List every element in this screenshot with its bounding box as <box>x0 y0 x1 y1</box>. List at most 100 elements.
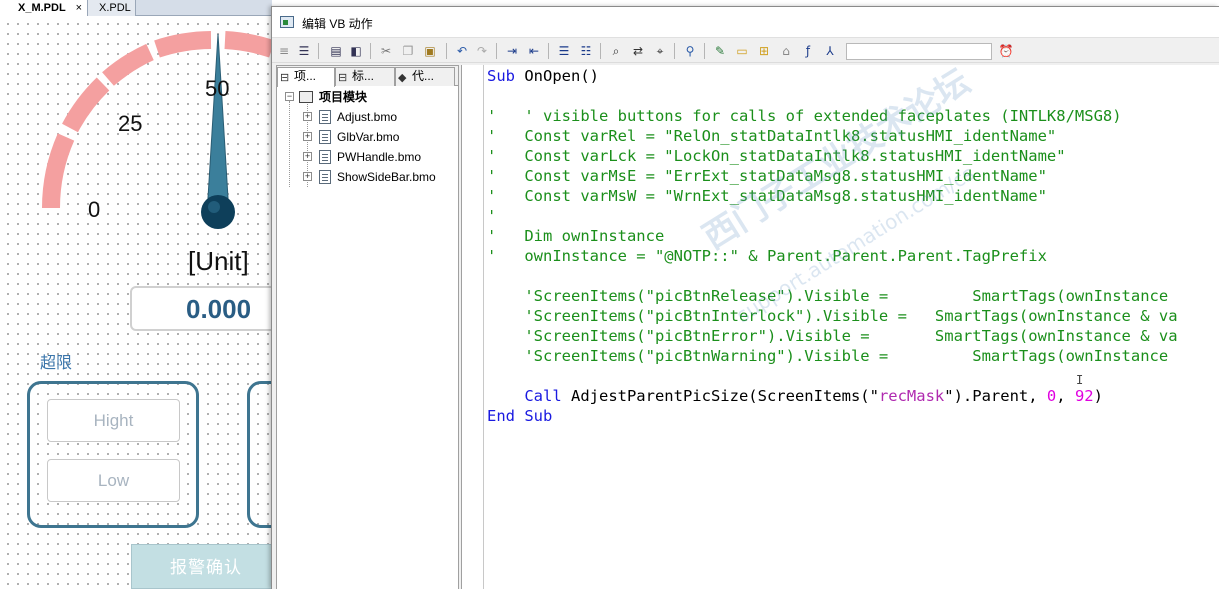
toolbar-separator <box>370 43 371 59</box>
tree-item-label: Adjust.bmo <box>337 110 398 124</box>
tree-item-label: PWHandle.bmo <box>337 150 422 164</box>
expand-icon[interactable]: + <box>303 112 312 121</box>
tree-item-label: ShowSideBar.bmo <box>337 170 436 184</box>
code-area[interactable]: Sub OnOpen() ' ' visible buttons for call… <box>487 65 1219 589</box>
dialog-titlebar[interactable]: 编辑 VB 动作 <box>272 7 1219 38</box>
alarm-ack-button[interactable]: 报警确认 <box>131 544 281 589</box>
module-icon[interactable]: ⌂ <box>778 43 794 59</box>
code-line[interactable]: 'ScreenItems("picBtnRelease").Visible = … <box>487 286 1168 306</box>
tree-item-pwhandle[interactable]: + PWHandle.bmo <box>277 148 458 166</box>
code-line[interactable]: ' ' visible buttons for calls of extende… <box>487 106 1122 126</box>
function-icon[interactable]: ƒ <box>800 43 816 59</box>
tab-standard[interactable]: ⊟ 标... <box>335 67 395 86</box>
tree-item-showsidebar[interactable]: + ShowSideBar.bmo <box>277 168 458 186</box>
tab-project[interactable]: ⊟ 项... <box>277 67 335 87</box>
code-line[interactable]: ' Dim ownInstance <box>487 226 664 246</box>
editor-toolbar: ≡ ☰ ▤ ◧ ✂ ❐ ▣ ↶ ↷ ⇥ ⇤ ☰ ☷ ⌕ ⇄ ⌖ ⚲ ✎ ▭ ⊞ … <box>272 39 1219 63</box>
code-line[interactable]: ' Const varRel = "RelOn_statDataIntlk8.s… <box>487 126 1056 146</box>
goto-icon[interactable]: ⌖ <box>652 43 668 59</box>
limit-group-label: 超限 <box>40 355 73 372</box>
code-line[interactable]: Call AdjestParentPicSize(ScreenItems("re… <box>487 386 1103 406</box>
expand-icon[interactable]: + <box>303 172 312 181</box>
bookmark-icon[interactable]: ⚲ <box>682 43 698 59</box>
code-line[interactable]: 'ScreenItems("picBtnWarning").Visible = … <box>487 346 1168 366</box>
code-editor[interactable]: Sub OnOpen() ' ' visible buttons for call… <box>461 65 1219 589</box>
paste-icon[interactable]: ▣ <box>422 43 438 59</box>
comment-block-icon[interactable]: ☰ <box>556 43 572 59</box>
code-line[interactable]: ' <box>487 206 496 226</box>
grip-icon: ≡ <box>278 44 290 58</box>
close-icon[interactable]: × <box>76 0 82 16</box>
copy-icon[interactable]: ❐ <box>400 43 416 59</box>
code-line[interactable]: ' Const varMsW = "WrnExt_statDataMsg8.st… <box>487 186 1047 206</box>
code-line[interactable]: 'ScreenItems("picBtnError").Visible = Sm… <box>487 326 1177 346</box>
align-icon[interactable]: ☰ <box>296 43 312 59</box>
collapse-icon[interactable]: − <box>285 92 294 101</box>
clock-icon[interactable]: ⏰ <box>998 43 1014 59</box>
edit-vb-action-dialog[interactable]: 编辑 VB 动作 ≡ ☰ ▤ ◧ ✂ ❐ ▣ ↶ ↷ ⇥ ⇤ ☰ ☷ ⌕ ⇄ ⌖… <box>271 6 1219 589</box>
hight-button[interactable]: Hight <box>47 399 180 442</box>
print-preview-icon[interactable]: ◧ <box>348 43 364 59</box>
unit-label: [Unit] <box>188 246 249 276</box>
check-syntax-icon[interactable]: ✎ <box>712 43 728 59</box>
project-panel: ⊟ 项... ⊟ 标... ◆ 代... − 项目模块 + Adjust.bmo… <box>276 65 459 589</box>
toolbar-separator <box>318 43 319 59</box>
tree-item-adjust[interactable]: + Adjust.bmo <box>277 108 458 126</box>
tree-root[interactable]: − 项目模块 <box>277 88 458 106</box>
toolbar-separator <box>674 43 675 59</box>
print-icon[interactable]: ▤ <box>328 43 344 59</box>
text-cursor-icon: I <box>1076 373 1084 387</box>
tab-label: 代... <box>412 69 435 83</box>
gauge-tick-label: 0 <box>88 197 101 222</box>
gauge-needle <box>207 33 229 199</box>
tab-code[interactable]: ◆ 代... <box>395 67 455 86</box>
toolbar-separator <box>548 43 549 59</box>
redo-icon[interactable]: ↷ <box>474 43 490 59</box>
replace-icon[interactable]: ⇄ <box>630 43 646 59</box>
list-icon: ⊟ <box>338 72 348 84</box>
tag-icon[interactable]: ⅄ <box>822 43 838 59</box>
module-file-icon <box>319 170 331 184</box>
undo-icon[interactable]: ↶ <box>454 43 470 59</box>
outdent-icon[interactable]: ⇤ <box>526 43 542 59</box>
panel-tab-bar: ⊟ 项... ⊟ 标... ◆ 代... <box>277 66 458 87</box>
code-line[interactable]: ' Const varMsE = "ErrExt_statDataMsg8.st… <box>487 166 1047 186</box>
code-line[interactable]: End Sub <box>487 406 552 426</box>
tree-item-glbvar[interactable]: + GlbVar.bmo <box>277 128 458 146</box>
toolbar-separator <box>446 43 447 59</box>
code-line[interactable]: Sub OnOpen() <box>487 66 599 86</box>
code-line[interactable]: 'ScreenItems("picBtnInterlock").Visible … <box>487 306 1177 326</box>
gauge-hub-highlight <box>208 201 220 213</box>
tab-label: X_M.PDL <box>18 2 66 14</box>
tab-x-pdl[interactable]: X.PDL <box>88 0 136 16</box>
module-file-icon <box>319 110 331 124</box>
module-file-icon <box>319 130 331 144</box>
tab-label: X.PDL <box>99 2 131 14</box>
document-tab-bar: X_M.PDL × X.PDL <box>0 0 272 16</box>
code-icon: ◆ <box>398 72 407 84</box>
expand-icon[interactable]: + <box>303 152 312 161</box>
indent-icon[interactable]: ⇥ <box>504 43 520 59</box>
value-display: 0.000 <box>186 294 252 324</box>
dialog-title: 编辑 VB 动作 <box>302 17 373 31</box>
editor-gutter <box>462 65 484 589</box>
tree-item-label: GlbVar.bmo <box>337 130 400 144</box>
find-icon[interactable]: ⌕ <box>608 43 624 59</box>
project-icon <box>299 91 313 103</box>
gauge-tick-label: 50 <box>205 76 230 101</box>
code-line[interactable]: ' Const varLck = "LockOn_statDataIntlk8.… <box>487 146 1066 166</box>
low-button[interactable]: Low <box>47 459 180 502</box>
tree-root-label: 项目模块 <box>319 90 368 104</box>
tab-label: 标... <box>352 69 375 83</box>
gauge-arc <box>41 31 272 209</box>
cut-icon[interactable]: ✂ <box>378 43 394 59</box>
folder-icon[interactable]: ▭ <box>734 43 750 59</box>
app-icon <box>280 16 294 28</box>
uncomment-block-icon[interactable]: ☷ <box>578 43 594 59</box>
new-folder-icon[interactable]: ⊞ <box>756 43 772 59</box>
gauge-tick-label: 25 <box>118 111 143 136</box>
tab-x-m-pdl[interactable]: X_M.PDL × <box>0 0 88 16</box>
code-line[interactable]: ' ownInstance = "@NOTP::" & Parent.Paren… <box>487 246 1047 266</box>
expand-icon[interactable]: + <box>303 132 312 141</box>
toolbar-combo-field[interactable] <box>846 43 992 60</box>
